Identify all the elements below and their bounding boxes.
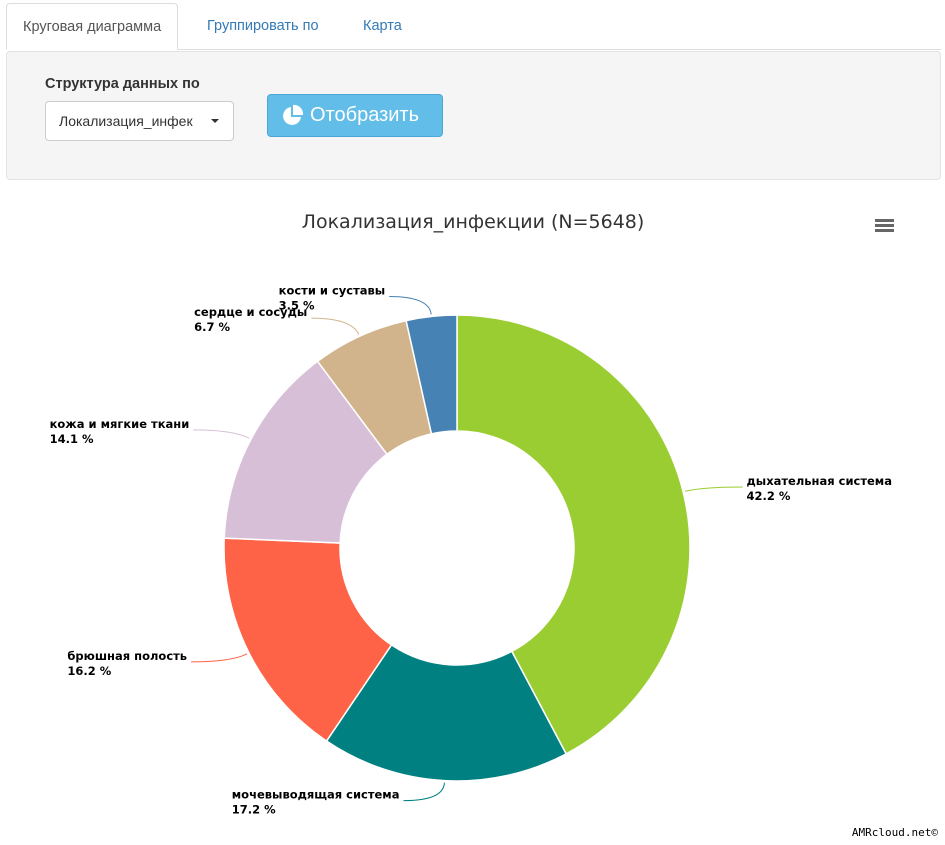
slice-label-мочевыводящая-система: мочевыводящая система — [232, 788, 400, 802]
label-connector-брюшная-полость — [191, 653, 248, 663]
slice-label-кости-и-суставы: кости и суставы — [279, 284, 386, 298]
show-button-label: Отобразить — [310, 104, 420, 126]
slice-value-брюшная-полость: 16.2 % — [67, 664, 111, 678]
credits-text: AMRcloud.net© — [852, 826, 938, 839]
label-connector-кожа-и-мягкие-ткани — [193, 429, 250, 439]
slice-value-мочевыводящая-система: 17.2 % — [232, 803, 276, 817]
label-connector-мочевыводящая-система — [403, 782, 445, 802]
chart-title: Локализация_инфекции (N=5648) — [302, 211, 645, 233]
label-connector-сердце-и-сосуды — [311, 317, 360, 335]
label-connector-дыхательная-система — [684, 486, 743, 492]
tab-group-by[interactable]: Группировать по — [191, 3, 335, 49]
tab-bar: Круговая диаграмма Группировать по Карта — [6, 0, 941, 50]
slice-value-дыхательная-система: 42.2 % — [747, 489, 791, 503]
tab-map[interactable]: Карта — [347, 3, 418, 49]
pie-chart: Локализация_инфекции (N=5648) дыхательна… — [50, 210, 939, 839]
slice-label-кожа-и-мягкие-ткани: кожа и мягкие ткани — [50, 417, 190, 431]
slice-value-кожа-и-мягкие-ткани: 14.1 % — [50, 432, 94, 446]
show-button[interactable]: Отобразить — [267, 94, 443, 137]
pie-chart-icon — [280, 104, 304, 128]
dropdown-value: Локализация_инфек — [59, 113, 193, 129]
hamburger-menu-icon[interactable] — [870, 210, 898, 238]
slice-value-кости-и-суставы: 3.5 % — [279, 299, 315, 313]
slice-label-брюшная-полость: брюшная полость — [67, 649, 187, 663]
structure-label: Структура данных по — [45, 76, 200, 92]
caret-down-icon — [211, 119, 219, 123]
label-connector-кости-и-суставы — [389, 296, 432, 315]
controls-panel: Структура данных по Локализация_инфек От… — [6, 51, 941, 180]
tab-pie-chart[interactable]: Круговая диаграмма — [6, 3, 179, 50]
slice-value-сердце-и-сосуды: 6.7 % — [194, 320, 230, 334]
structure-dropdown[interactable]: Локализация_инфек — [45, 101, 234, 141]
slice-label-дыхательная-система: дыхательная система — [747, 474, 892, 488]
